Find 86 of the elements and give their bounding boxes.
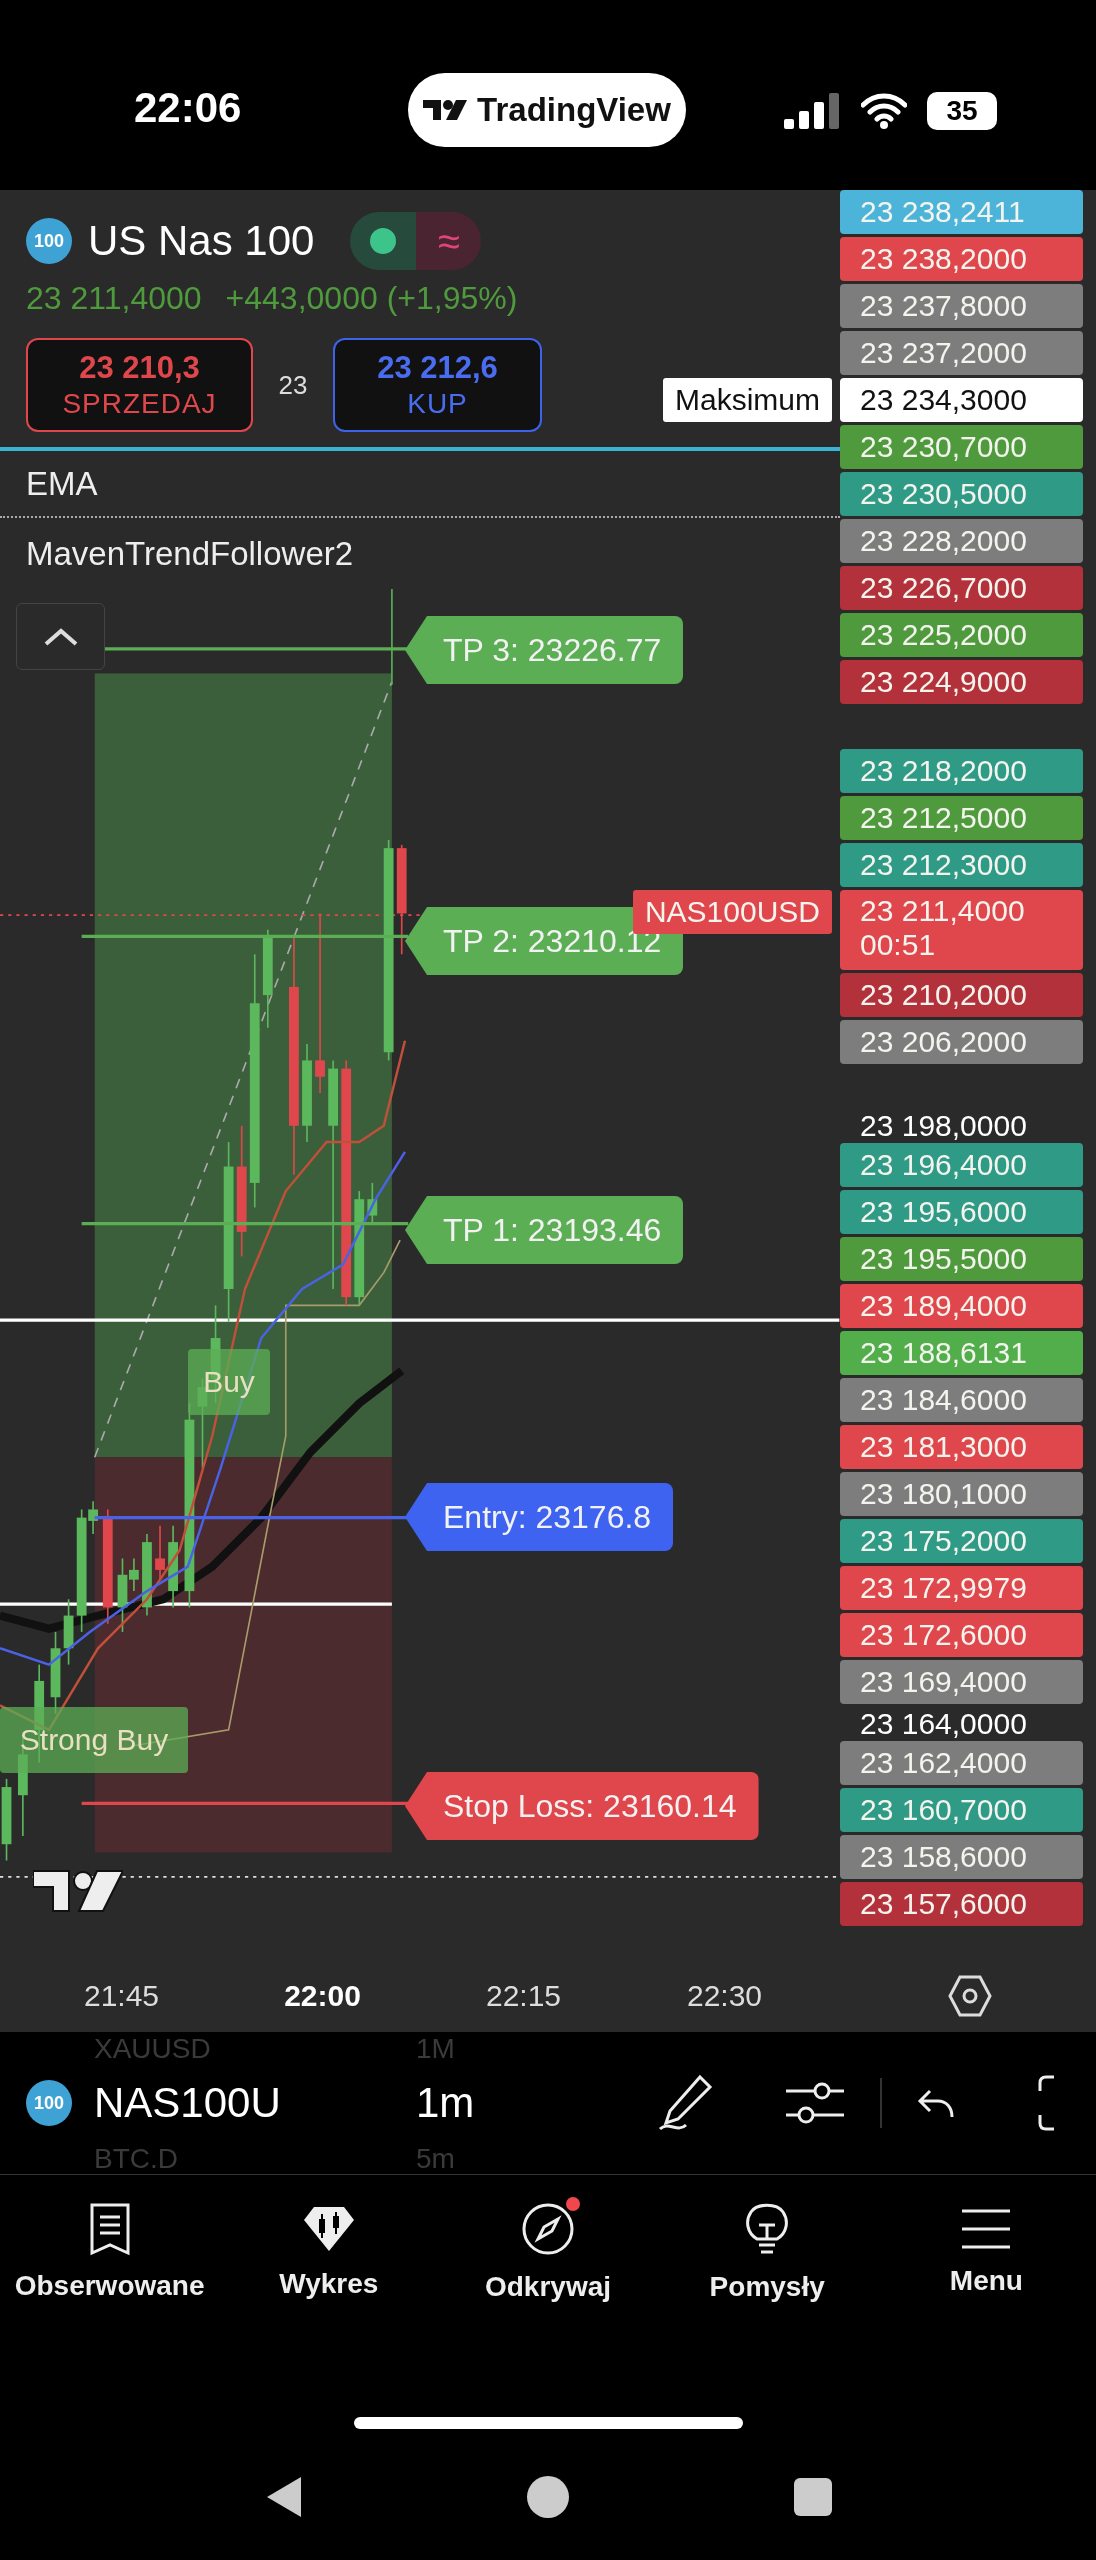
price-value: 23 175,2000: [860, 1524, 1028, 1558]
price-value: 23 158,6000: [860, 1840, 1028, 1874]
time-label: 22:15: [485, 1979, 562, 2013]
sell-button[interactable]: 23 210,3 SPRZEDAJ: [26, 338, 253, 432]
price-value: 23 238,2411: [860, 195, 1026, 229]
logo-icon: [33, 1869, 123, 1913]
price-value: 23 211,4000: [860, 894, 1026, 928]
price-value: 23 212,3000: [860, 848, 1028, 882]
price-value: 23 230,7000: [860, 430, 1028, 464]
symbol-label[interactable]: NAS100U: [94, 2079, 394, 2127]
price-value: 23 189,4000: [860, 1289, 1028, 1323]
last-price: 23 211,4000: [26, 280, 202, 318]
nav-tab[interactable]: Pomysły: [657, 2175, 877, 2329]
chevron-up-icon: [42, 626, 79, 647]
settings-icon[interactable]: [948, 1974, 992, 2018]
undo-icon[interactable]: [916, 2087, 956, 2119]
price-value: 23 237,8000: [860, 289, 1028, 323]
time-label: 22:00: [284, 1979, 361, 2013]
price-value: 23 180,1000: [860, 1477, 1028, 1511]
countdown: 00:51: [860, 928, 937, 962]
price-level-label: TP 3: 23226.77: [405, 616, 684, 684]
app-pill[interactable]: TradingView: [408, 73, 686, 147]
time-label: 21:45: [83, 1979, 160, 2013]
spread: 23: [277, 369, 309, 401]
price-value: 23 218,2000: [860, 754, 1028, 788]
price-value: 23 238,2000: [860, 242, 1028, 276]
app-name: TradingView: [477, 91, 671, 129]
price-value: 23 206,2000: [860, 1025, 1028, 1059]
price-value: 23 228,2000: [860, 524, 1028, 558]
home-icon[interactable]: [526, 2475, 570, 2519]
nav-tab[interactable]: Menu: [876, 2175, 1096, 2329]
recents-icon[interactable]: [793, 2477, 834, 2517]
price-label: 23 198,0000: [859, 1109, 1028, 1143]
price-level-label: Stop Loss: 23160.14: [405, 1772, 759, 1840]
nav-tab[interactable]: Wykres: [219, 2175, 439, 2329]
price-value: 23 169,4000: [860, 1665, 1028, 1699]
price-value: 23 188,6131: [860, 1336, 1028, 1370]
wifi-icon: [861, 93, 907, 129]
indicator-legend[interactable]: MavenTrendFollower2: [0, 518, 840, 589]
clock: 22:06: [134, 84, 242, 132]
symbol-badge: 100: [26, 2080, 72, 2126]
compass-icon: [520, 2201, 576, 2257]
price-level-label: TP 1: 23193.46: [405, 1196, 684, 1264]
price-value: 23 181,3000: [860, 1430, 1028, 1464]
price-value: 23 162,4000: [860, 1746, 1028, 1780]
candlestick: [155, 1524, 165, 1581]
price-value: 23 210,2000: [860, 978, 1028, 1012]
price-level-label: Entry: 23176.8: [405, 1483, 674, 1551]
status-dot-icon: [370, 228, 397, 254]
price-value: 23 172,6000: [860, 1618, 1028, 1652]
price-value: 23 184,6000: [860, 1383, 1028, 1417]
battery-indicator: 35: [927, 92, 997, 130]
price-value: 23 234,3000: [860, 383, 1028, 417]
signal-label: Strong Buy: [0, 1707, 188, 1773]
nav-tab[interactable]: Odkrywaj: [438, 2175, 658, 2329]
price-value: 23 224,9000: [860, 665, 1028, 699]
price-label: 23 164,0000: [859, 1707, 1028, 1741]
buy-button[interactable]: 23 212,6 KUP: [333, 338, 542, 432]
price-value: 23 212,5000: [860, 801, 1028, 835]
signal-label: Buy: [188, 1349, 270, 1415]
price-value: 23 160,7000: [860, 1793, 1028, 1827]
price-value: 23 230,5000: [860, 477, 1028, 511]
price-value: 23 225,2000: [860, 618, 1028, 652]
collapse-button[interactable]: [16, 603, 105, 670]
candlestick: [63, 1598, 74, 1666]
price-value: 23 237,2000: [860, 336, 1028, 370]
symbol-badge: 100: [26, 218, 72, 264]
logo-icon: [423, 98, 468, 122]
price-value: 23 195,5000: [860, 1242, 1028, 1276]
price-change: +443,0000 (+1,95%): [225, 280, 518, 318]
indicator-legend[interactable]: EMA: [0, 451, 840, 516]
interval-label[interactable]: 1m: [416, 2079, 475, 2127]
price-value: 23 157,6000: [860, 1887, 1028, 1921]
price-note: Maksimum: [663, 378, 832, 422]
price-value: 23 172,9979: [860, 1571, 1028, 1605]
nav-tab[interactable]: Obserwowane: [0, 2175, 220, 2329]
price-value: 23 226,7000: [860, 571, 1028, 605]
price-value: 23 195,6000: [860, 1195, 1028, 1229]
wave-indicator: ≈: [416, 212, 482, 270]
time-label: 22:30: [686, 1979, 763, 2013]
menu-icon: [960, 2207, 1013, 2251]
candlestick: [367, 1182, 378, 1225]
signal-icon: [784, 93, 841, 129]
price-value: 23 196,4000: [860, 1148, 1028, 1182]
fullscreen-icon[interactable]: [1038, 2075, 1056, 2131]
symbol-name[interactable]: US Nas 100: [88, 217, 315, 265]
